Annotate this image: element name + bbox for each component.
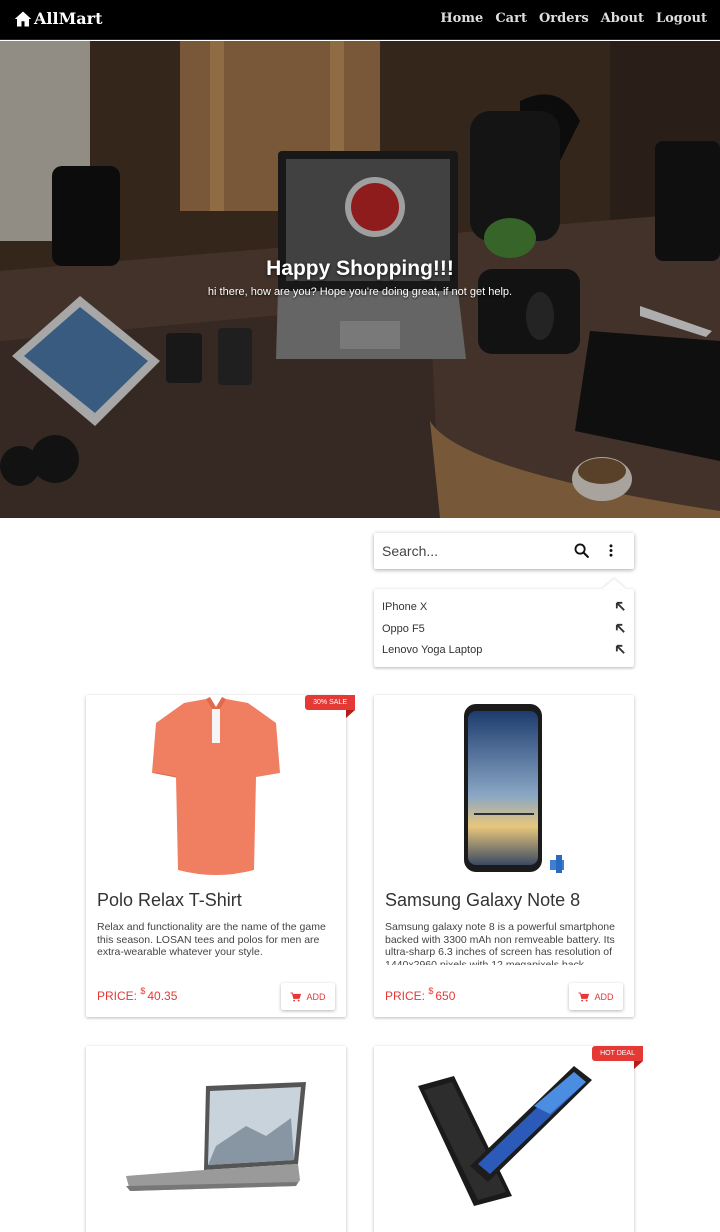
north-west-arrow-icon (615, 601, 625, 611)
product-title[interactable]: Polo Relax T-Shirt (97, 890, 242, 911)
currency-symbol: $ (140, 986, 146, 996)
search-input[interactable] (382, 541, 562, 561)
product-image[interactable] (86, 1046, 346, 1232)
product-card (86, 1046, 346, 1232)
suggestion-item[interactable]: Lenovo Yoga Laptop (382, 642, 626, 660)
product-image[interactable] (374, 695, 634, 885)
search-bar (374, 533, 634, 569)
suggestion-label: IPhone X (382, 601, 428, 613)
nav-links: Home Cart Orders About Logout (428, 11, 707, 26)
product-image[interactable] (86, 695, 346, 885)
nav-about[interactable]: About (601, 11, 644, 26)
product-image[interactable] (374, 1046, 634, 1232)
cart-icon (290, 991, 302, 1002)
brand-name: AllMart (34, 9, 103, 28)
hot-deal-badge: HOT DEAL (592, 1046, 643, 1061)
product-title[interactable]: Samsung Galaxy Note 8 (385, 890, 580, 911)
ribbon-fold (634, 1061, 643, 1069)
nav-orders[interactable]: Orders (539, 11, 589, 26)
add-label: ADD (594, 991, 614, 1002)
search-icon[interactable] (573, 542, 590, 559)
suggestion-item[interactable]: IPhone X (382, 599, 626, 617)
north-west-arrow-icon (615, 623, 625, 633)
hero-title: Happy Shopping!!! (266, 257, 454, 280)
suggestion-label: Lenovo Yoga Laptop (382, 644, 483, 656)
polo-shirt-image (152, 697, 280, 875)
nav-logout[interactable]: Logout (656, 11, 707, 26)
price-value: 650 (435, 989, 456, 1003)
north-west-arrow-icon (615, 644, 625, 654)
hero-banner: Happy Shopping!!! hi there, how are you?… (0, 41, 720, 518)
home-icon (14, 11, 32, 26)
product-card: Samsung Galaxy Note 8 Samsung galaxy not… (374, 695, 634, 1017)
product-price: PRICE: $40.35 (97, 986, 178, 1003)
price-value: 40.35 (147, 989, 178, 1003)
sale-badge: 30% SALE (305, 695, 355, 710)
hero-subtitle: hi there, how are you? Hope you're doing… (207, 286, 513, 298)
product-card: 30% SALE Polo Relax T-Shirt Relax and fu… (86, 695, 355, 1017)
nav-home[interactable]: Home (440, 11, 483, 26)
search-suggestions: IPhone X Oppo F5 Lenovo Yoga Laptop (374, 579, 634, 667)
suggestions-pointer (602, 579, 626, 589)
currency-symbol: $ (428, 986, 434, 996)
smartphone-image (418, 1066, 592, 1206)
cart-icon (578, 991, 590, 1002)
add-label: ADD (306, 991, 326, 1002)
add-to-cart-button[interactable]: ADD (281, 983, 335, 1010)
suggestion-label: Oppo F5 (382, 623, 425, 635)
laptop-image (126, 1082, 306, 1191)
ribbon-fold (346, 710, 355, 718)
add-to-cart-button[interactable]: ADD (569, 983, 623, 1010)
price-label: PRICE: (385, 989, 426, 1003)
navbar: AllMart Home Cart Orders About Logout (0, 0, 720, 40)
product-price: PRICE: $650 (385, 986, 456, 1003)
suggestion-item[interactable]: Oppo F5 (382, 621, 626, 639)
price-label: PRICE: (97, 989, 138, 1003)
product-card: HOT DEAL (374, 1046, 643, 1232)
brand-logo[interactable]: AllMart (14, 9, 102, 28)
nav-cart[interactable]: Cart (495, 11, 527, 26)
product-description: Samsung galaxy note 8 is a powerful smar… (385, 921, 615, 965)
product-description: Relax and functionality are the name of … (97, 921, 326, 958)
more-vert-icon[interactable] (603, 542, 619, 559)
smartphone-image (464, 704, 564, 873)
